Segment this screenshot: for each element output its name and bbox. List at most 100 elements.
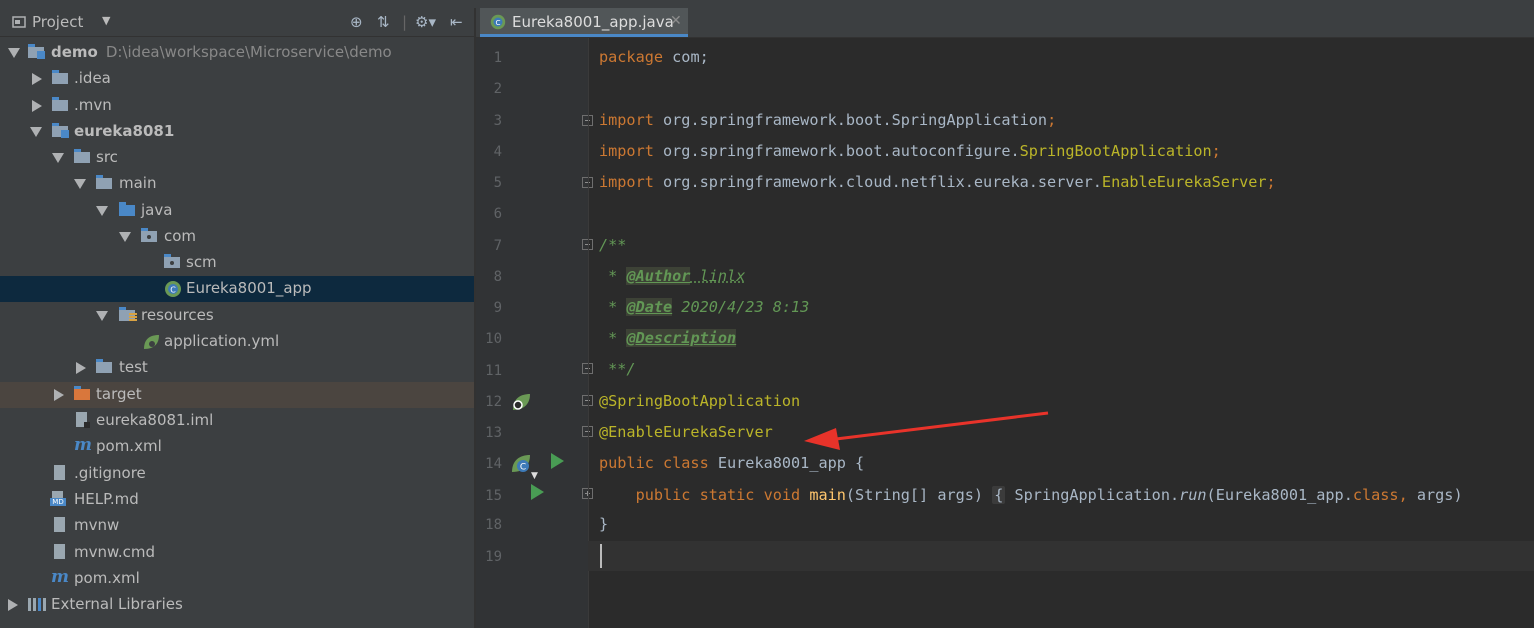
- tree-item-path: D:\idea\workspace\Microservice\demo: [105, 43, 392, 61]
- tree-item-label: HELP.md: [74, 490, 139, 508]
- chevron-down-icon[interactable]: ▼: [102, 14, 110, 27]
- run-main-icon[interactable]: [531, 484, 544, 500]
- line-number: 4: [493, 144, 502, 160]
- file-icon: [54, 544, 72, 560]
- tree-item-application-yml[interactable]: application.yml: [0, 329, 474, 355]
- code-line-9[interactable]: * @Date 2020/4/23 8:13: [599, 298, 809, 316]
- tree-item-external-libraries[interactable]: External Libraries: [0, 592, 474, 618]
- expand-arrow-icon[interactable]: [74, 179, 86, 189]
- expand-arrow-icon[interactable]: [30, 127, 42, 137]
- code-line-1[interactable]: package com;: [599, 48, 709, 66]
- locate-icon[interactable]: ⊕: [350, 13, 363, 31]
- expand-arrow-icon[interactable]: [54, 389, 64, 401]
- spring-class-icon: C: [165, 281, 181, 297]
- spring-bean-gutter-icon[interactable]: [510, 391, 532, 413]
- tree-item-pom-xml-root[interactable]: m pom.xml: [0, 566, 474, 592]
- spring-config-icon: [144, 335, 159, 349]
- tree-item-test[interactable]: test: [0, 355, 474, 381]
- source-folder-icon: [119, 202, 137, 218]
- resources-folder-icon: [119, 307, 137, 323]
- tree-item-label: java: [141, 201, 173, 219]
- expand-arrow-icon[interactable]: [32, 100, 42, 112]
- tree-item-label: pom.xml: [96, 437, 162, 455]
- tree-item-resources[interactable]: resources: [0, 303, 474, 329]
- expand-arrow-icon[interactable]: [96, 311, 108, 321]
- run-class-icon[interactable]: [551, 453, 564, 469]
- code-line-8[interactable]: * @Author linlx: [599, 267, 745, 285]
- file-icon: [54, 465, 72, 481]
- tree-item-eureka8001-app[interactable]: C Eureka8001_app: [0, 276, 474, 302]
- gear-icon[interactable]: ⚙▾: [415, 13, 436, 31]
- tab-eureka8001-app[interactable]: C Eureka8001_app.java ✕: [480, 8, 688, 37]
- line-number: 11: [485, 363, 502, 379]
- code-line-18[interactable]: }: [599, 515, 608, 533]
- expand-arrow-icon[interactable]: [76, 362, 86, 374]
- tree-item-mvn[interactable]: .mvn: [0, 93, 474, 119]
- expand-arrow-icon[interactable]: [119, 232, 131, 242]
- svg-text:C: C: [520, 463, 526, 473]
- tree-item-label: scm: [186, 253, 217, 271]
- line-number: 19: [485, 549, 502, 565]
- close-icon[interactable]: ✕: [670, 13, 682, 29]
- maven-icon: m: [74, 435, 92, 455]
- tree-item-main[interactable]: main: [0, 171, 474, 197]
- line-number: 7: [493, 238, 502, 254]
- expand-arrow-icon[interactable]: [52, 153, 64, 163]
- code-line-10[interactable]: * @Description: [599, 329, 737, 347]
- tree-item-mvnw-cmd[interactable]: mvnw.cmd: [0, 540, 474, 566]
- excluded-folder-icon: [74, 386, 92, 402]
- libraries-icon: [28, 596, 46, 612]
- line-number: 15: [485, 488, 502, 504]
- tree-item-label: resources: [141, 306, 214, 324]
- code-line-5[interactable]: import org.springframework.cloud.netflix…: [599, 173, 1276, 191]
- maven-icon: m: [51, 567, 69, 587]
- tree-item-eureka8081[interactable]: eureka8081: [0, 119, 474, 145]
- tree-item-mvnw[interactable]: mvnw: [0, 513, 474, 539]
- expand-arrow-icon[interactable]: [8, 599, 18, 611]
- project-view-selector[interactable]: Project: [12, 13, 83, 31]
- text-cursor: [600, 544, 602, 568]
- line-number: 5: [493, 175, 502, 191]
- tree-item-label: eureka8081.iml: [96, 411, 214, 429]
- line-number: 13: [485, 425, 502, 441]
- collapse-icon[interactable]: ⇅: [377, 13, 390, 31]
- code-line-3[interactable]: import org.springframework.boot.SpringAp…: [599, 111, 1056, 129]
- tree-item-scm[interactable]: scm: [0, 250, 474, 276]
- tree-item-pom-xml-module[interactable]: m pom.xml: [0, 434, 474, 460]
- tree-item-label: pom.xml: [74, 569, 140, 587]
- tree-item-target[interactable]: target: [0, 382, 474, 408]
- tree-item-java[interactable]: java: [0, 198, 474, 224]
- line-number: 18: [485, 517, 502, 533]
- collapsed-method-body[interactable]: {: [992, 486, 1006, 504]
- hide-icon[interactable]: ⇤: [450, 13, 463, 31]
- tree-item-gitignore[interactable]: .gitignore: [0, 461, 474, 487]
- expand-arrow-icon[interactable]: [96, 206, 108, 216]
- tree-item-label: Eureka8001_app: [186, 279, 312, 297]
- tree-item-label: src: [96, 148, 118, 166]
- code-line-7[interactable]: /**: [599, 236, 626, 254]
- tree-item-demo[interactable]: demo D:\idea\workspace\Microservice\demo: [0, 40, 474, 66]
- module-folder-icon: [52, 123, 70, 139]
- dropdown-arrow-icon[interactable]: ▼: [531, 471, 538, 481]
- svg-text:C: C: [495, 18, 500, 27]
- code-line-11[interactable]: **/: [599, 360, 635, 378]
- package-icon: [141, 228, 159, 244]
- tree-item-label: .gitignore: [74, 464, 146, 482]
- line-number: 1: [493, 50, 502, 66]
- folder-icon: [52, 70, 70, 86]
- module-folder-icon: [28, 44, 46, 60]
- tree-item-help-md[interactable]: MD HELP.md: [0, 487, 474, 513]
- code-line-13[interactable]: @EnableEurekaServer: [599, 423, 773, 441]
- code-line-4[interactable]: import org.springframework.boot.autoconf…: [599, 142, 1221, 160]
- folder-icon: [96, 359, 114, 375]
- code-line-12[interactable]: @SpringBootApplication: [599, 392, 800, 410]
- tree-item-label: com: [164, 227, 197, 245]
- tree-item-src[interactable]: src: [0, 145, 474, 171]
- expand-arrow-icon[interactable]: [32, 73, 42, 85]
- tree-item-idea[interactable]: .idea: [0, 66, 474, 92]
- code-line-15[interactable]: public static void main(String[] args) {…: [599, 486, 1463, 504]
- expand-arrow-icon[interactable]: [8, 48, 20, 58]
- tree-item-com[interactable]: com: [0, 224, 474, 250]
- tree-item-eureka8081-iml[interactable]: eureka8081.iml: [0, 408, 474, 434]
- tree-item-label: target: [96, 385, 142, 403]
